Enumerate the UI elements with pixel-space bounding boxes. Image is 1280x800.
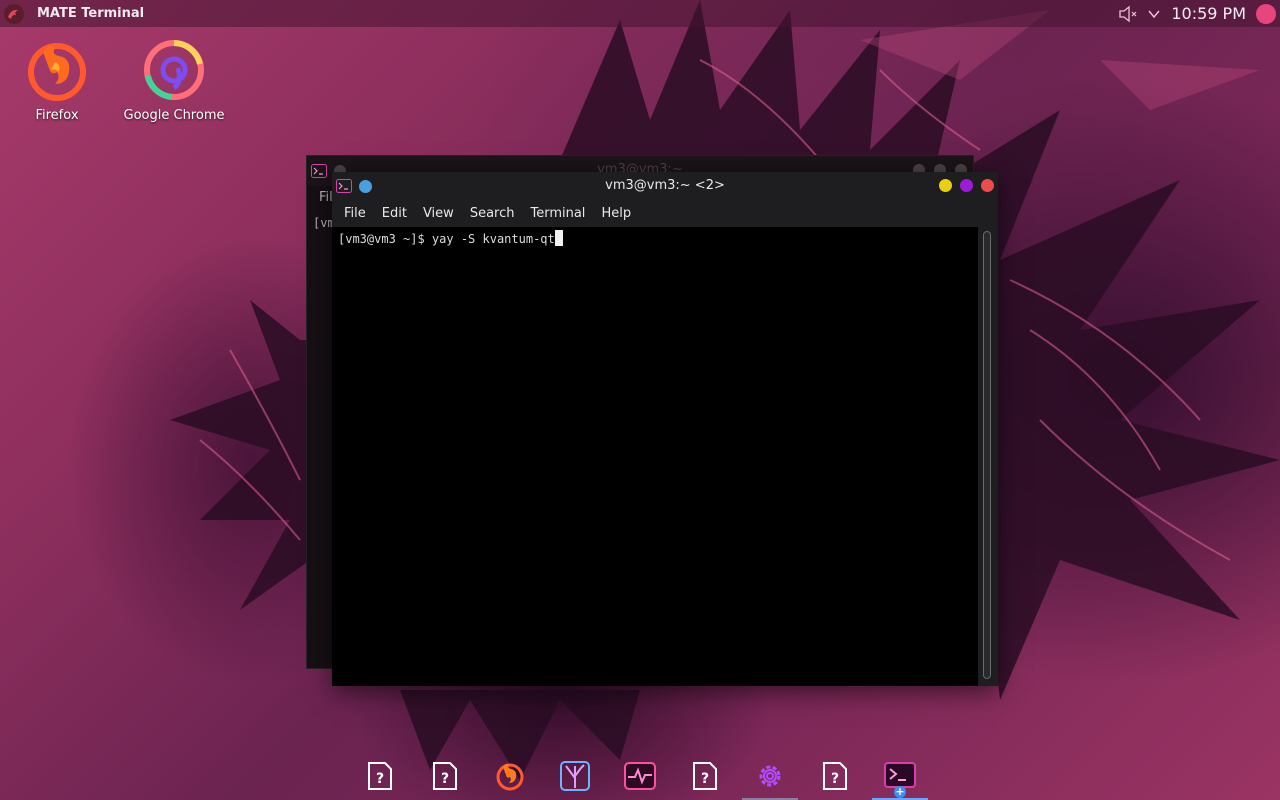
unknown-file-icon: ?	[693, 762, 717, 790]
settings-gear-icon	[759, 765, 781, 787]
svg-text:?: ?	[701, 771, 709, 787]
front-terminal-window[interactable]: vm3@vm3:~ <2> File Edit View Search Term…	[332, 172, 998, 686]
unknown-file-icon: ?	[823, 762, 847, 790]
dock-item-tree-app[interactable]	[545, 752, 605, 800]
dock: ? ? ? ? +	[350, 752, 930, 800]
active-app-title: MATE Terminal	[37, 6, 145, 21]
dock-item-unknown-2[interactable]: ?	[415, 752, 475, 800]
app-menu-logo-icon[interactable]	[3, 3, 25, 25]
dock-item-unknown-1[interactable]: ?	[350, 752, 410, 800]
tree-app-icon	[560, 761, 590, 791]
tray-chevron-icon[interactable]	[1147, 8, 1161, 20]
desktop-icon-firefox[interactable]: Firefox	[0, 38, 117, 123]
unknown-file-icon: ?	[433, 762, 457, 790]
command-line: [vm3@vm3 ~]$ yay -S kvantum-qt	[338, 232, 555, 246]
scrollbar[interactable]	[978, 227, 998, 686]
volume-muted-icon[interactable]	[1117, 5, 1137, 23]
firefox-icon	[28, 43, 86, 101]
terminal-prompt: [vm3@vm3 ~]$ yay -S kvantum-qt	[338, 230, 563, 246]
menu-bar: File Edit View Search Terminal Help	[332, 200, 998, 227]
text-cursor	[554, 230, 563, 246]
scroll-thumb[interactable]	[983, 231, 991, 679]
menu-terminal[interactable]: Terminal	[522, 206, 593, 221]
menu-view[interactable]: View	[415, 206, 462, 221]
desktop-icon-label: Firefox	[35, 108, 79, 123]
firefox-icon	[496, 763, 524, 791]
maximize-button[interactable]	[960, 179, 973, 192]
chrome-icon	[144, 40, 204, 100]
menu-edit[interactable]: Edit	[374, 206, 415, 221]
clock[interactable]: 10:59 PM	[1171, 4, 1246, 23]
top-panel: MATE Terminal 10:59 PM	[0, 0, 1280, 27]
svg-text:?: ?	[831, 771, 839, 787]
back-window-menu[interactable]: Fil	[319, 190, 333, 205]
dock-item-unknown-4[interactable]: ?	[805, 752, 865, 800]
system-monitor-icon	[624, 762, 656, 790]
svg-text:?: ?	[376, 771, 384, 787]
window-titlebar[interactable]: vm3@vm3:~ <2>	[332, 172, 998, 200]
new-window-badge-icon: +	[894, 785, 906, 798]
dock-item-system-monitor[interactable]	[610, 752, 670, 800]
desktop-icon-label: Google Chrome	[123, 108, 225, 123]
window-title: vm3@vm3:~ <2>	[605, 178, 725, 193]
user-dot-icon[interactable]	[1256, 3, 1276, 24]
menu-help[interactable]: Help	[593, 206, 639, 221]
dock-item-firefox[interactable]	[480, 752, 540, 800]
close-button[interactable]	[981, 179, 994, 192]
system-tray: 10:59 PM	[1117, 0, 1280, 27]
menu-search[interactable]: Search	[462, 206, 523, 221]
minimize-button[interactable]	[939, 179, 952, 192]
dock-item-unknown-3[interactable]: ?	[675, 752, 735, 800]
menu-file[interactable]: File	[336, 206, 374, 221]
svg-text:?: ?	[441, 771, 449, 787]
dock-item-settings[interactable]	[740, 752, 800, 800]
terminal-area[interactable]: [vm3@vm3 ~]$ yay -S kvantum-qt	[332, 227, 978, 686]
desktop-icon-google-chrome[interactable]: Google Chrome	[114, 38, 234, 123]
dock-item-terminal[interactable]: +	[870, 752, 930, 800]
unknown-file-icon: ?	[368, 762, 392, 790]
